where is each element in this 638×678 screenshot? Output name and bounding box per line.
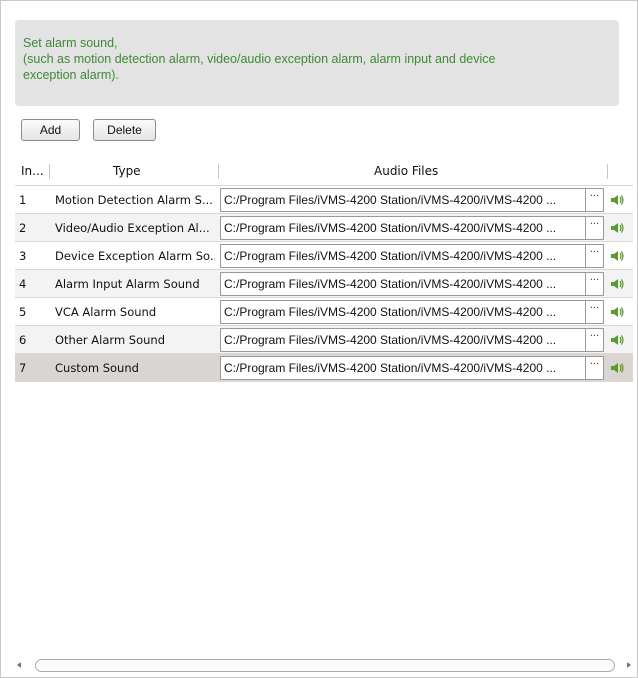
table-row[interactable]: 7 Custom Sound C:/Program Files/iVMS-4200 … bbox=[15, 354, 633, 382]
column-divider[interactable] bbox=[607, 164, 608, 179]
column-header-type[interactable]: Type bbox=[113, 164, 141, 178]
arrow-left-icon[interactable] bbox=[17, 662, 21, 668]
table-row[interactable]: 5 VCA Alarm Sound C:/Program Files/iVMS-42… bbox=[15, 298, 633, 326]
column-header-audio-files[interactable]: Audio Files bbox=[374, 164, 438, 178]
table-row[interactable]: 1 Motion Detection Alarm S... C:/Program F… bbox=[15, 186, 633, 214]
table-header: In... Type Audio Files bbox=[15, 158, 633, 186]
browse-button[interactable]: ··· bbox=[586, 356, 604, 380]
row-index: 3 bbox=[19, 249, 27, 263]
row-index: 5 bbox=[19, 305, 27, 319]
row-index: 2 bbox=[19, 221, 27, 235]
row-type: Custom Sound bbox=[55, 361, 139, 375]
browse-button[interactable]: ··· bbox=[586, 328, 604, 352]
audio-file-path-input[interactable]: C:/Program Files/iVMS-4200 Station/iVMS-… bbox=[220, 188, 586, 212]
info-line-2: (such as motion detection alarm, video/a… bbox=[23, 52, 496, 66]
row-index: 7 bbox=[19, 361, 27, 375]
speaker-icon[interactable] bbox=[609, 333, 625, 347]
column-divider[interactable] bbox=[218, 164, 219, 179]
speaker-icon[interactable] bbox=[609, 277, 625, 291]
row-type: Video/Audio Exception Al... bbox=[55, 221, 210, 235]
speaker-icon[interactable] bbox=[609, 305, 625, 319]
audio-file-path-input[interactable]: C:/Program Files/iVMS-4200 Station/iVMS-… bbox=[220, 300, 586, 324]
table-body: 1 Motion Detection Alarm S... C:/Program F… bbox=[15, 186, 633, 382]
table-row[interactable]: 6 Other Alarm Sound C:/Program Files/iVMS-… bbox=[15, 326, 633, 354]
audio-file-path-input[interactable]: C:/Program Files/iVMS-4200 Station/iVMS-… bbox=[220, 328, 586, 352]
table-row[interactable]: 4 Alarm Input Alarm Sound C:/Program Files… bbox=[15, 270, 633, 298]
browse-button[interactable]: ··· bbox=[586, 216, 604, 240]
column-header-index[interactable]: In... bbox=[21, 164, 44, 178]
speaker-icon[interactable] bbox=[609, 361, 625, 375]
row-index: 1 bbox=[19, 193, 27, 207]
scrollbar-thumb[interactable] bbox=[35, 659, 615, 672]
horizontal-scrollbar[interactable] bbox=[15, 659, 633, 673]
speaker-icon[interactable] bbox=[609, 221, 625, 235]
delete-button[interactable]: Delete bbox=[93, 119, 156, 141]
info-line-3: exception alarm). bbox=[23, 68, 119, 82]
alarm-sound-table: In... Type Audio Files 1 Motion Detection… bbox=[15, 158, 633, 382]
speaker-icon[interactable] bbox=[609, 193, 625, 207]
add-button[interactable]: Add bbox=[21, 119, 80, 141]
row-index: 4 bbox=[19, 277, 27, 291]
browse-button[interactable]: ··· bbox=[586, 244, 604, 268]
info-box: Set alarm sound, (such as motion detecti… bbox=[15, 20, 619, 106]
row-type: Other Alarm Sound bbox=[55, 333, 166, 347]
table-row[interactable]: 2 Video/Audio Exception Al... C:/Program F… bbox=[15, 214, 633, 242]
audio-file-path-input[interactable]: C:/Program Files/iVMS-4200 Station/iVMS-… bbox=[220, 216, 586, 240]
arrow-right-icon[interactable] bbox=[627, 662, 631, 668]
row-type: Alarm Input Alarm Sound bbox=[55, 277, 200, 291]
row-type: Device Exception Alarm So... bbox=[55, 249, 215, 263]
alarm-sound-panel: Set alarm sound, (such as motion detecti… bbox=[0, 0, 638, 678]
browse-button[interactable]: ··· bbox=[586, 272, 604, 296]
info-line-1: Set alarm sound, bbox=[23, 36, 118, 50]
speaker-icon[interactable] bbox=[609, 249, 625, 263]
audio-file-path-input[interactable]: C:/Program Files/iVMS-4200 Station/iVMS-… bbox=[220, 356, 586, 380]
column-divider[interactable] bbox=[49, 164, 50, 179]
browse-button[interactable]: ··· bbox=[586, 300, 604, 324]
row-type: VCA Alarm Sound bbox=[55, 305, 157, 319]
audio-file-path-input[interactable]: C:/Program Files/iVMS-4200 Station/iVMS-… bbox=[220, 272, 586, 296]
audio-file-path-input[interactable]: C:/Program Files/iVMS-4200 Station/iVMS-… bbox=[220, 244, 586, 268]
row-type: Motion Detection Alarm S... bbox=[55, 193, 213, 207]
row-index: 6 bbox=[19, 333, 27, 347]
table-row[interactable]: 3 Device Exception Alarm So... C:/Program … bbox=[15, 242, 633, 270]
browse-button[interactable]: ··· bbox=[586, 188, 604, 212]
